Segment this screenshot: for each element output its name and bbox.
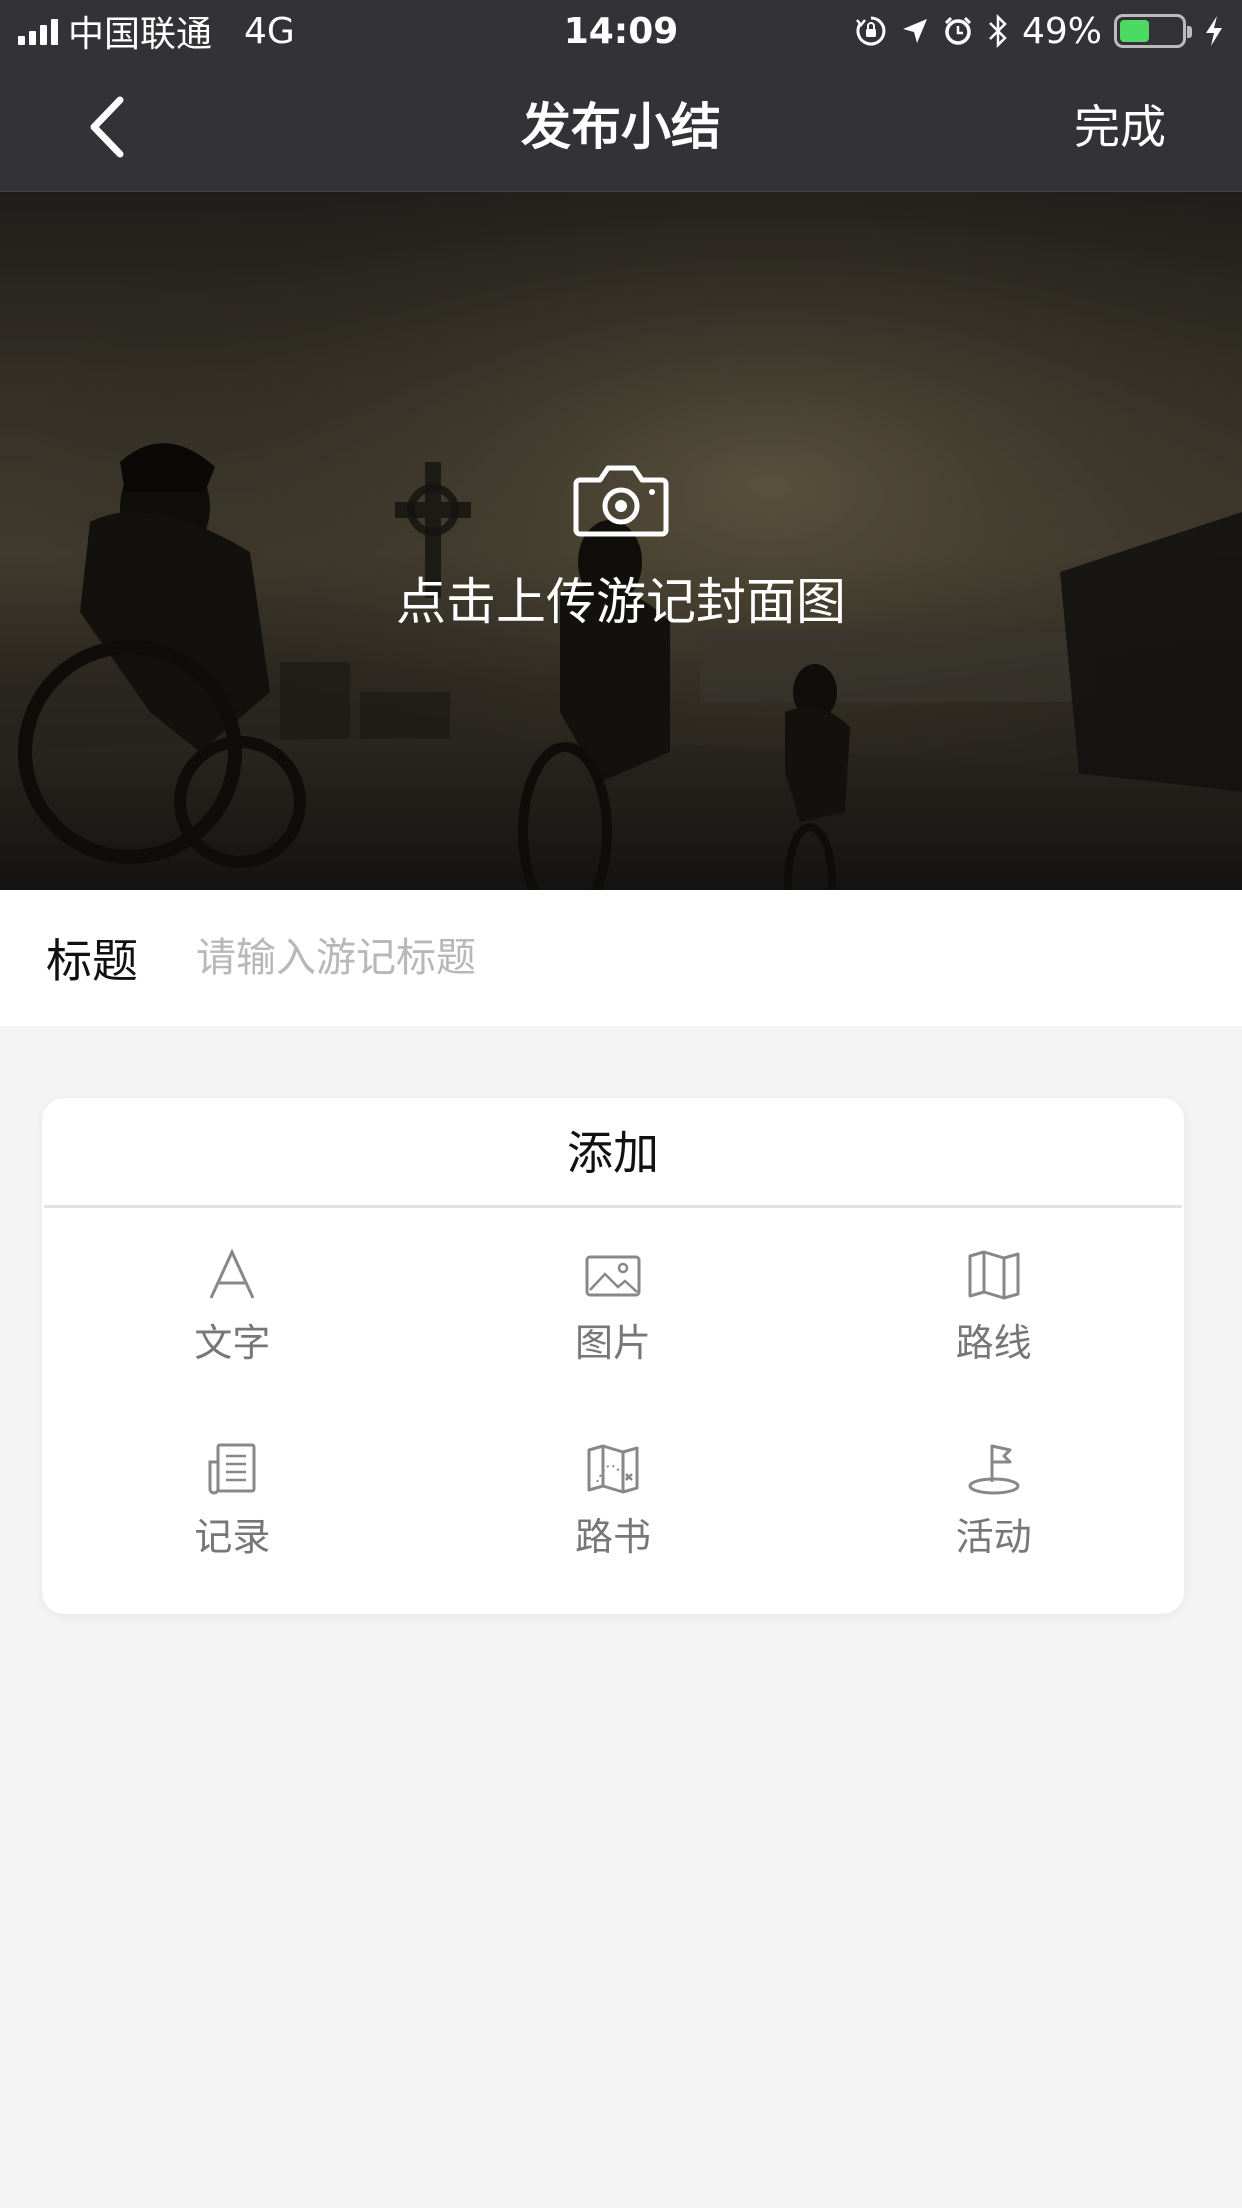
- bluetooth-icon: [989, 14, 1007, 48]
- add-text-button[interactable]: 文字: [42, 1248, 423, 1442]
- add-route-button[interactable]: 路线: [803, 1248, 1184, 1442]
- add-text-label: 文字: [194, 1321, 271, 1365]
- back-button[interactable]: [80, 92, 140, 162]
- image-icon: [585, 1255, 641, 1297]
- roadbook-icon: [587, 1444, 639, 1494]
- location-arrow-icon: [902, 19, 927, 43]
- add-image-button[interactable]: 图片: [423, 1248, 804, 1442]
- orientation-lock-icon: [856, 16, 886, 46]
- network-label: 4G: [244, 10, 295, 52]
- add-image-label: 图片: [574, 1321, 651, 1365]
- alarm-icon: [944, 16, 972, 45]
- add-roadbook-label: 路书: [574, 1515, 651, 1559]
- chevron-left-icon: [90, 96, 124, 158]
- add-header: 添加: [44, 1098, 1182, 1208]
- title-row: 标题: [0, 890, 1242, 1026]
- map-icon: [968, 1250, 1020, 1300]
- publish-summary-screen: 中国联通 4G 14:09 49% 发布小结 完成 点击上传游记封面图 标题 请…: [0, 0, 1242, 2208]
- status-bar: 中国联通 4G 14:09 49%: [0, 0, 1242, 62]
- add-route-label: 路线: [955, 1321, 1032, 1365]
- text-icon: [209, 1248, 255, 1299]
- add-record-button[interactable]: 记录: [42, 1442, 423, 1636]
- camera-icon: [573, 465, 669, 537]
- charging-icon: [1206, 16, 1222, 46]
- title-label: 标题: [46, 934, 138, 988]
- cover-upload-area[interactable]: 点击上传游记封面图: [0, 192, 1242, 890]
- cover-upload-text: 点击上传游记封面图: [396, 573, 846, 631]
- battery-percent: 49%: [1021, 10, 1102, 52]
- add-content-card: 添加 文字 图片 路线 记录 路书 活动: [42, 1098, 1184, 1614]
- status-right: 49%: [854, 11, 1224, 52]
- carrier-label: 中国联通: [68, 14, 213, 55]
- battery-icon: [1114, 14, 1192, 48]
- add-roadbook-button[interactable]: 路书: [423, 1442, 804, 1636]
- add-options-grid: 文字 图片 路线 记录 路书 活动: [42, 1208, 1184, 1636]
- page-title: 发布小结: [521, 98, 721, 156]
- title-input[interactable]: [196, 935, 1096, 981]
- done-button[interactable]: 完成: [1074, 62, 1166, 192]
- cover-upload-prompt: 点击上传游记封面图: [0, 462, 1242, 634]
- add-record-label: 记录: [194, 1515, 271, 1559]
- signal-icon: [18, 17, 58, 45]
- status-left: 中国联通 4G: [18, 5, 854, 57]
- flag-icon: [968, 1444, 1020, 1495]
- record-icon: [208, 1443, 256, 1495]
- add-activity-button[interactable]: 活动: [803, 1442, 1184, 1636]
- battery-level: [1120, 20, 1150, 42]
- navigation-bar: 发布小结 完成: [0, 62, 1242, 192]
- add-activity-label: 活动: [955, 1515, 1032, 1559]
